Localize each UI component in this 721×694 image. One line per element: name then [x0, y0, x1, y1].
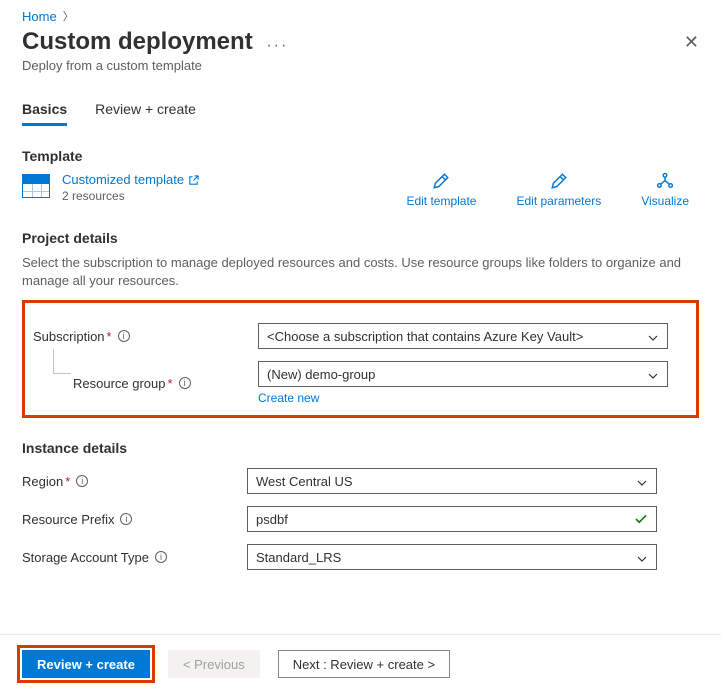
- region-label: Region: [22, 474, 63, 489]
- create-new-link[interactable]: Create new: [258, 391, 319, 405]
- required-icon: *: [168, 376, 173, 391]
- required-icon: *: [107, 329, 112, 344]
- customized-template-link[interactable]: Customized template: [62, 172, 199, 187]
- info-icon[interactable]: i: [76, 475, 88, 487]
- external-link-icon: [188, 172, 199, 187]
- previous-button: < Previous: [168, 650, 260, 678]
- template-heading: Template: [22, 148, 699, 164]
- storage-type-select[interactable]: Standard_LRS: [247, 544, 657, 570]
- storage-type-label: Storage Account Type: [22, 550, 149, 565]
- resource-group-select[interactable]: (New) demo-group: [258, 361, 668, 387]
- page-subtitle: Deploy from a custom template: [22, 58, 288, 73]
- instance-details-heading: Instance details: [22, 440, 699, 456]
- resource-prefix-input[interactable]: psdbf: [247, 506, 657, 532]
- visualize-button[interactable]: Visualize: [641, 172, 689, 208]
- next-button[interactable]: Next : Review + create >: [278, 650, 450, 678]
- chevron-down-icon: [636, 474, 648, 489]
- template-icon: [22, 174, 50, 198]
- close-icon[interactable]: ✕: [684, 28, 699, 53]
- resource-count: 2 resources: [62, 189, 199, 203]
- page-title: Custom deployment: [22, 28, 253, 56]
- chevron-right-icon: 〉: [63, 8, 74, 24]
- project-details-desc: Select the subscription to manage deploy…: [22, 254, 699, 290]
- edit-parameters-button[interactable]: Edit parameters: [516, 172, 601, 208]
- required-icon: *: [65, 474, 70, 489]
- project-details-highlight: Subscription * i <Choose a subscription …: [22, 300, 699, 418]
- chevron-down-icon: [636, 550, 648, 565]
- breadcrumb: Home 〉: [22, 8, 699, 24]
- info-icon[interactable]: i: [179, 377, 191, 389]
- resource-prefix-label: Resource Prefix: [22, 512, 114, 527]
- review-create-button[interactable]: Review + create: [22, 650, 150, 678]
- breadcrumb-home[interactable]: Home: [22, 9, 57, 24]
- footer-bar: Review + create < Previous Next : Review…: [22, 634, 699, 678]
- subscription-label: Subscription: [33, 329, 105, 344]
- project-details-heading: Project details: [22, 230, 699, 246]
- subscription-select[interactable]: <Choose a subscription that contains Azu…: [258, 323, 668, 349]
- chevron-down-icon: [647, 367, 659, 382]
- info-icon[interactable]: i: [118, 330, 130, 342]
- tab-review-create[interactable]: Review + create: [95, 101, 196, 126]
- resource-group-label: Resource group: [73, 376, 166, 391]
- region-select[interactable]: West Central US: [247, 468, 657, 494]
- edit-template-button[interactable]: Edit template: [406, 172, 476, 208]
- check-icon: [634, 512, 648, 529]
- chevron-down-icon: [647, 329, 659, 344]
- tab-basics[interactable]: Basics: [22, 101, 67, 126]
- info-icon[interactable]: i: [155, 551, 167, 563]
- tabs: Basics Review + create: [22, 101, 699, 126]
- info-icon[interactable]: i: [120, 513, 132, 525]
- more-icon[interactable]: ···: [266, 37, 288, 54]
